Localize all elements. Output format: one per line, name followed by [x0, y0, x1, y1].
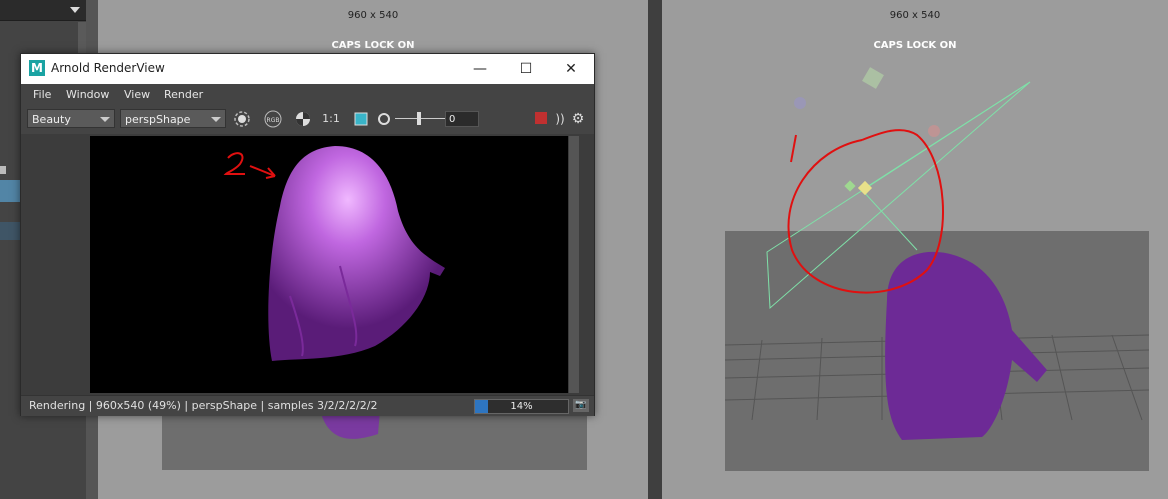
cloth-mesh: [885, 251, 1047, 440]
caps-lock-indicator: CAPS LOCK ON: [331, 40, 415, 51]
toolbar: Beauty perspShape RGB 1:1 0 )) ⚙: [21, 106, 594, 132]
refresh-render-icon[interactable]: [233, 110, 251, 128]
close-button[interactable]: ✕: [548, 54, 594, 84]
gear-icon[interactable]: ⚙: [569, 110, 587, 128]
light-handle: [862, 67, 884, 89]
minimize-button[interactable]: —: [457, 54, 503, 84]
scene-3d-view: [724, 67, 1150, 440]
vertical-scrollbar[interactable]: [569, 136, 579, 393]
menu-file[interactable]: File: [33, 88, 51, 101]
camera-dropdown-value: perspShape: [125, 113, 191, 126]
menu-render[interactable]: Render: [164, 88, 203, 101]
rendered-cloth: [223, 146, 445, 361]
light-handle: [844, 180, 856, 192]
viewport-right[interactable]: 960 x 540 CAPS LOCK ON: [662, 0, 1168, 499]
chevron-down-icon: [100, 117, 110, 122]
window-titlebar[interactable]: M Arnold RenderView — ☐ ✕: [21, 54, 594, 84]
exposure-slider-handle[interactable]: [417, 112, 421, 125]
rgb-label: RGB: [267, 117, 280, 124]
camera-dropdown[interactable]: perspShape: [120, 109, 226, 128]
window-title: Arnold RenderView: [51, 61, 165, 75]
outliner-item[interactable]: [0, 222, 20, 240]
render-progress-bar: 14%: [474, 399, 569, 414]
progress-label: 14%: [510, 401, 533, 412]
snapshot-camera-icon[interactable]: 📷: [573, 399, 589, 412]
maya-logo-icon: M: [29, 60, 45, 76]
status-bar: Rendering | 960x540 (49%) | perspShape |…: [21, 395, 594, 416]
arnold-renderview-window[interactable]: M Arnold RenderView — ☐ ✕ File Window Vi…: [20, 53, 595, 416]
render-image: [90, 136, 568, 393]
chevron-down-icon: [70, 7, 80, 13]
panel-divider[interactable]: [648, 0, 662, 499]
stop-render-icon[interactable]: [535, 112, 547, 124]
menu-view[interactable]: View: [124, 88, 150, 101]
aov-dropdown-value: Beauty: [32, 113, 71, 126]
light-handle: [928, 125, 940, 137]
panel-dropdown[interactable]: [0, 0, 86, 21]
fit-frame-icon[interactable]: [352, 110, 370, 128]
annotation-number: [223, 152, 245, 175]
maximize-button[interactable]: ☐: [503, 54, 549, 84]
outliner-item-selected[interactable]: [0, 180, 20, 202]
exposure-icon: [375, 110, 393, 128]
ratio-button[interactable]: 1:1: [320, 110, 342, 128]
rgb-channel-icon[interactable]: RGB: [264, 110, 282, 128]
checker-background-icon[interactable]: [294, 110, 312, 128]
light-handle: [857, 180, 873, 196]
viewport-resolution-label: 960 x 540: [347, 10, 399, 21]
chevron-down-icon: [211, 117, 221, 122]
menu-window[interactable]: Window: [66, 88, 109, 101]
light-handle: [794, 97, 806, 109]
exposure-input[interactable]: 0: [445, 111, 479, 127]
menubar: File Window View Render: [21, 84, 594, 106]
annotation-stroke: [790, 134, 797, 163]
render-status-text: Rendering | 960x540 (49%) | perspShape |…: [29, 399, 378, 412]
ipr-icon[interactable]: )): [551, 110, 569, 128]
annotation-arrow: [249, 165, 276, 179]
outliner-item-marker: [0, 166, 6, 174]
aov-dropdown[interactable]: Beauty: [27, 109, 115, 128]
